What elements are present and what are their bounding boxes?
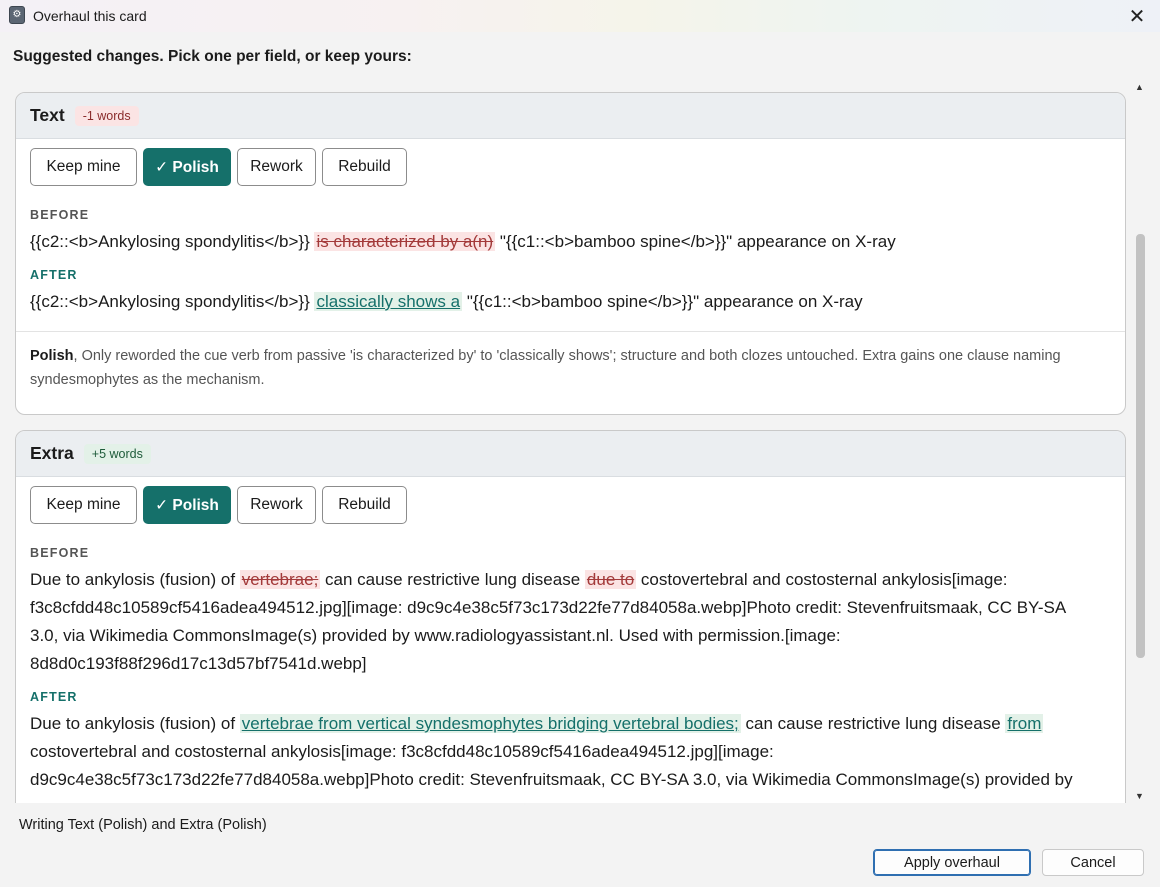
field-name: Extra (30, 443, 74, 463)
fields-scroll-area[interactable]: Text -1 words Keep mine ✓ Polish Rework … (0, 80, 1160, 803)
status-text: Writing Text (Polish) and Extra (Polish) (19, 817, 267, 833)
inserted-text: from (1005, 714, 1044, 733)
instructions-heading: Suggested changes. Pick one per field, o… (13, 48, 412, 65)
inserted-text: classically shows a (314, 292, 463, 311)
deleted-text: vertebrae; (239, 570, 321, 589)
field-name: Text (30, 105, 65, 125)
window-title: Overhaul this card (33, 8, 147, 24)
change-explanation: Polish, Only reworded the cue verb from … (30, 348, 1061, 388)
rework-button[interactable]: Rework (237, 148, 316, 186)
keep-mine-button[interactable]: Keep mine (30, 148, 137, 186)
polish-button[interactable]: ✓ Polish (143, 486, 231, 524)
word-delta-badge: +5 words (83, 443, 151, 464)
field-header: Text -1 words (16, 93, 1125, 139)
rebuild-button[interactable]: Rebuild (322, 486, 407, 524)
word-delta-badge: -1 words (74, 105, 139, 126)
before-label: BEFORE (30, 208, 90, 222)
before-text: Due to ankylosis (fusion) of vertebrae; … (30, 570, 1067, 673)
field-header: Extra +5 words (16, 431, 1125, 477)
apply-overhaul-button[interactable]: Apply overhaul (873, 849, 1031, 876)
deleted-text: is characterized by a(n) (314, 232, 496, 251)
rebuild-button[interactable]: Rebuild (322, 148, 407, 186)
choice-group: Keep mine ✓ Polish Rework Rebuild (16, 139, 1125, 186)
after-label: AFTER (30, 268, 78, 282)
choice-group: Keep mine ✓ Polish Rework Rebuild (16, 477, 1125, 524)
polish-button[interactable]: ✓ Polish (143, 148, 231, 186)
keep-mine-button[interactable]: Keep mine (30, 486, 137, 524)
rework-button[interactable]: Rework (237, 486, 316, 524)
cancel-button[interactable]: Cancel (1042, 849, 1144, 876)
vertical-scrollbar[interactable]: ▲ ▼ (1131, 80, 1148, 803)
title-bar: ⚙ Overhaul this card ✕ (0, 0, 1160, 32)
after-text: Due to ankylosis (fusion) of vertebrae f… (30, 714, 1073, 789)
deleted-text: due to (584, 570, 637, 589)
app-icon: ⚙ (9, 6, 25, 24)
scrollbar-thumb[interactable] (1136, 234, 1145, 658)
close-icon[interactable]: ✕ (1114, 0, 1160, 32)
field-card-extra: Extra +5 words Keep mine ✓ Polish Rework… (15, 430, 1126, 803)
after-text: {{c2::<b>Ankylosing spondylitis</b>}} cl… (30, 292, 863, 311)
inserted-text: vertebrae from vertical syndesmophytes b… (239, 714, 741, 733)
field-card-text: Text -1 words Keep mine ✓ Polish Rework … (15, 92, 1126, 415)
after-label: AFTER (30, 690, 78, 704)
before-text: {{c2::<b>Ankylosing spondylitis</b>}} is… (30, 232, 896, 251)
scroll-down-icon[interactable]: ▼ (1131, 789, 1148, 803)
scroll-up-icon[interactable]: ▲ (1131, 80, 1148, 94)
before-label: BEFORE (30, 546, 90, 560)
